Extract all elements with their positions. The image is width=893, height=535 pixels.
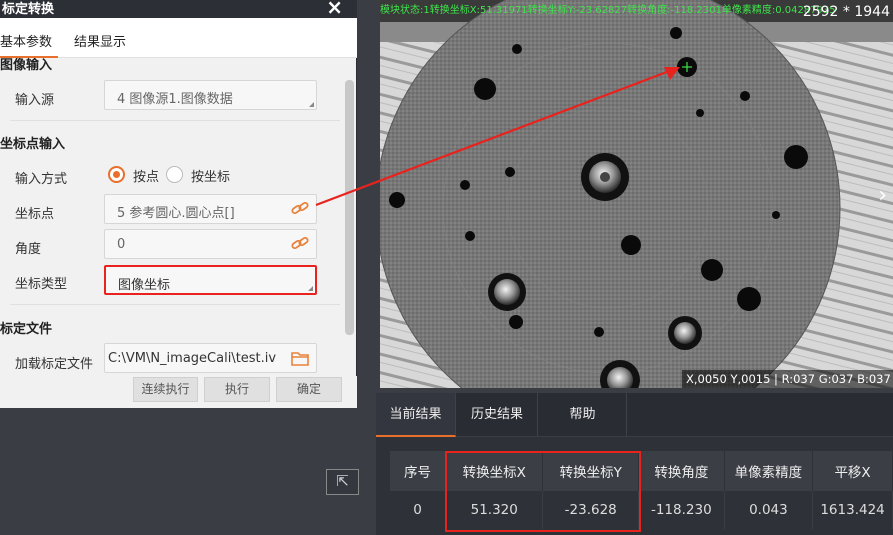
source-label: 输入源 [15, 93, 55, 108]
column-header[interactable]: 单像素精度 [724, 451, 814, 491]
confirm-button[interactable]: 确定 [276, 377, 342, 402]
module-status-text: 模块状态:1转换坐标X:51.31971转换坐标Y:-23.62827转换角度:… [380, 5, 836, 16]
section-calib-file: 标定文件 [0, 322, 53, 337]
table-cell: -23.628 [542, 491, 639, 529]
point-label: 坐标点 [15, 207, 55, 222]
dropdown-corner-icon [309, 102, 314, 107]
column-header[interactable]: 转换角度 [638, 451, 725, 491]
next-image-chevron-icon[interactable]: › [878, 183, 887, 208]
radio-by-coord-label: 按坐标 [191, 170, 231, 185]
results-panel: 当前结果 历史结果 帮助 序号 转换坐标X 转换坐标Y 转换角度 单像素精度 平… [376, 393, 893, 535]
results-tabs: 当前结果 历史结果 帮助 [376, 393, 893, 437]
calibration-transform-dialog: 标定转换 × 基本参数 结果显示 图像输入 输入源 4 图像源1.图像数据 坐标… [0, 0, 357, 408]
column-header[interactable]: 平移X [812, 451, 893, 491]
tab-result-display[interactable]: 结果显示 [74, 31, 126, 50]
dialog-title: 标定转换 [2, 2, 55, 17]
angle-value: 0 [117, 237, 126, 252]
continuous-run-button[interactable]: 连续执行 [133, 377, 198, 402]
dialog-body: 图像输入 输入源 4 图像源1.图像数据 坐标点输入 输入方式 按点 按坐标 坐… [0, 58, 345, 376]
table-cell: 51.320 [445, 491, 544, 529]
radio-by-coord[interactable] [166, 166, 183, 183]
tab-current-result[interactable]: 当前结果 [376, 393, 456, 437]
mode-radio-group: 按点 按坐标 [108, 166, 288, 186]
image-viewer[interactable]: 模块状态:1转换坐标X:51.31971转换坐标Y:-23.62827转换角度:… [380, 0, 893, 388]
tab-help[interactable]: 帮助 [539, 393, 627, 437]
source-select[interactable]: 4 图像源1.图像数据 [104, 80, 317, 110]
table-header-row: 序号 转换坐标X 转换坐标Y 转换角度 单像素精度 平移X [390, 451, 893, 491]
table-cell: 1613.424 [812, 491, 893, 529]
close-icon[interactable]: × [326, 0, 343, 19]
camera-image [380, 0, 893, 388]
column-header[interactable]: 转换坐标X [445, 451, 544, 491]
section-image-input: 图像输入 [0, 58, 53, 73]
execute-button[interactable]: 执行 [204, 377, 270, 402]
dialog-footer: 连续执行 执行 确定 [0, 376, 357, 408]
divider [10, 120, 340, 121]
file-value: C:\VM\N_imageCali\test.iv [108, 351, 277, 366]
table-cell: 0.043 [724, 491, 814, 529]
link-icon[interactable] [291, 236, 309, 252]
pixel-info-readout: X,0050 Y,0015 | R:037 G:037 B:037 [682, 370, 893, 388]
tab-history-result[interactable]: 历史结果 [457, 393, 538, 437]
point-field[interactable]: 5 参考圆心.圆心点[] [104, 194, 317, 224]
dialog-tabs: 基本参数 结果显示 [0, 18, 357, 58]
link-icon[interactable] [291, 201, 309, 217]
tab-basic-params[interactable]: 基本参数 [0, 31, 58, 58]
coord-type-label: 坐标类型 [15, 277, 68, 292]
table-cell: 0 [390, 491, 447, 529]
dialog-scrollbar[interactable] [345, 80, 354, 335]
source-value: 4 图像源1.图像数据 [117, 92, 233, 107]
angle-label: 角度 [15, 242, 42, 257]
calib-file-field[interactable]: C:\VM\N_imageCali\test.iv [104, 343, 317, 373]
coord-type-value: 图像坐标 [118, 278, 171, 293]
table-row[interactable]: 0 51.320 -23.628 -118.230 0.043 1613.424 [390, 491, 893, 529]
point-value: 5 参考圆心.圆心点[] [117, 206, 235, 221]
divider [10, 304, 340, 305]
dialog-title-bar: 标定转换 × [0, 0, 357, 19]
table-cell: -118.230 [638, 491, 725, 529]
section-coord-input: 坐标点输入 [0, 137, 66, 152]
angle-field[interactable]: 0 [104, 229, 317, 259]
mode-label: 输入方式 [15, 172, 68, 187]
folder-icon[interactable] [291, 350, 309, 366]
column-header[interactable]: 转换坐标Y [542, 451, 639, 491]
radio-by-point-label: 按点 [133, 170, 160, 185]
expand-icon[interactable]: ⇱ [326, 469, 359, 495]
results-table: 序号 转换坐标X 转换坐标Y 转换角度 单像素精度 平移X 0 51.320 -… [390, 451, 893, 529]
image-resolution: 2592 * 1944 [802, 4, 890, 20]
file-label: 加载标定文件 [15, 357, 94, 372]
dropdown-corner-icon [308, 286, 313, 291]
coord-type-select[interactable]: 图像坐标 [104, 265, 317, 295]
column-header[interactable]: 序号 [390, 451, 447, 491]
radio-by-point[interactable] [108, 166, 125, 183]
